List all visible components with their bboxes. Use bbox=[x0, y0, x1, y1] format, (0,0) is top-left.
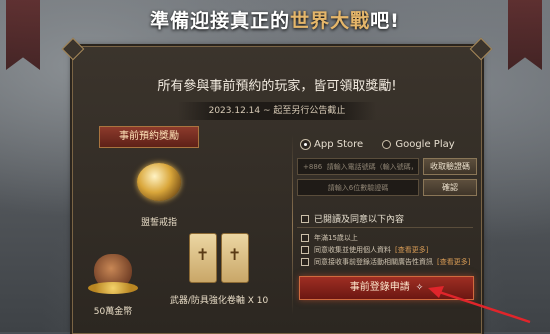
annotation-arrow-icon bbox=[428, 286, 531, 324]
